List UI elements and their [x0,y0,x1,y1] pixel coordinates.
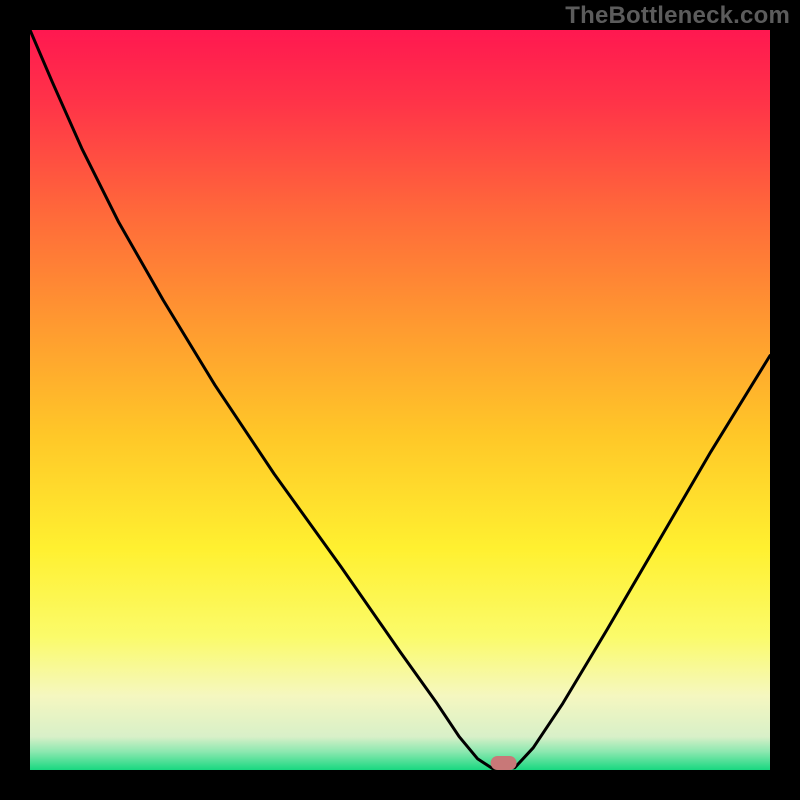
plot-background [30,30,770,770]
chart-container: TheBottleneck.com [0,0,800,800]
watermark-text: TheBottleneck.com [565,2,790,30]
bottleneck-chart [0,0,800,800]
optimal-marker [491,756,517,770]
